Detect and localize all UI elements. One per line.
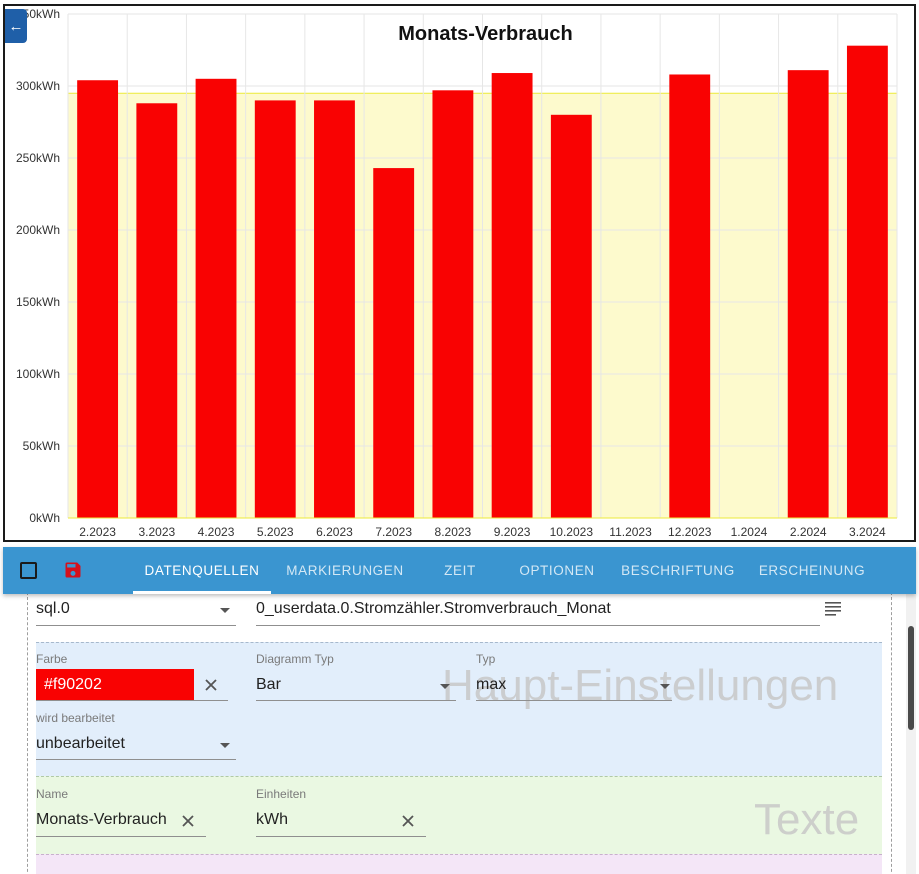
texts-section: Texte Name Monats-Verbrauch Einheiten kW… (36, 776, 882, 854)
bar (491, 73, 533, 518)
aggregate-select[interactable]: max (476, 676, 506, 694)
chevron-down-icon[interactable] (660, 684, 670, 689)
x-tick-label: 1.2024 (731, 525, 768, 539)
bar (787, 70, 829, 518)
x-tick-label: 3.2023 (138, 525, 175, 539)
editor-toolbar: DATENQUELLEN MARKIERUNGEN ZEIT OPTIONEN … (3, 547, 916, 594)
x-tick-label: 7.2023 (375, 525, 412, 539)
bar (77, 80, 119, 519)
bar (550, 114, 592, 519)
instance-underline (36, 625, 236, 626)
tab-datenquellen[interactable]: DATENQUELLEN (133, 547, 271, 594)
name-field[interactable]: Monats-Verbrauch (36, 811, 167, 829)
y-tick-label: 150kWh (16, 295, 60, 309)
unit-underline (256, 836, 426, 837)
chart-type-underline (256, 700, 456, 701)
x-tick-label: 12.2023 (668, 525, 712, 539)
app-root: 0kWh 50kWh 100kWh 150kWh 200kWh 250kWh 300kWh 3… (0, 0, 919, 874)
tab-beschriftung[interactable]: BESCHRIFTUNG (617, 547, 739, 594)
chart-title: Monats-Verbrauch (398, 23, 572, 45)
tab-optionen[interactable]: OPTIONEN (511, 547, 603, 594)
x-tick-label: 2.2024 (790, 525, 827, 539)
chevron-down-icon[interactable] (220, 608, 230, 613)
texts-watermark: Texte (754, 795, 860, 844)
y-tick-label: 50kWh (23, 439, 60, 453)
name-underline (36, 836, 206, 837)
select-checkbox[interactable] (20, 562, 37, 579)
y-tick-label: 100kWh (16, 367, 60, 381)
active-tab-indicator (133, 591, 271, 594)
bar (432, 90, 474, 518)
x-tick-label: 4.2023 (198, 525, 235, 539)
scrollbar-thumb[interactable] (908, 626, 914, 730)
y-tick-label: 0kWh (29, 511, 60, 525)
bar (254, 100, 296, 519)
x-tick-label: 6.2023 (316, 525, 353, 539)
aggregate-label: Typ (476, 652, 496, 666)
bar (846, 45, 888, 519)
unit-label: Einheiten (256, 787, 307, 801)
y-tick-label: 300kWh (16, 79, 60, 93)
unit-field[interactable]: kWh (256, 811, 288, 829)
chart-panel: 0kWh 50kWh 100kWh 150kWh 200kWh 250kWh 300kWh 3… (3, 4, 916, 542)
x-tick-label: 3.2024 (849, 525, 886, 539)
clear-icon[interactable] (400, 813, 416, 829)
bar (136, 103, 178, 518)
chevron-down-icon[interactable] (220, 743, 230, 748)
additional-section (36, 854, 882, 874)
y-tick-label: 200kWh (16, 223, 60, 237)
bar (195, 78, 237, 519)
aggregate-underline (476, 700, 672, 701)
tab-zeit[interactable]: ZEIT (431, 547, 489, 594)
clear-icon[interactable] (180, 813, 196, 829)
color-field[interactable]: #f90202 (44, 676, 102, 694)
x-tick-label: 5.2023 (257, 525, 294, 539)
processing-underline (36, 759, 236, 760)
object-id-field[interactable]: 0_userdata.0.Stromzähler.Stromverbrauch_… (256, 600, 611, 618)
tab-markierungen[interactable]: MARKIERUNGEN (279, 547, 411, 594)
chart-svg: 0kWh 50kWh 100kWh 150kWh 200kWh 250kWh 300kWh 3… (16, 7, 898, 539)
settings-form: sql.0 0_userdata.0.Stromzähler.Stromverb… (3, 594, 916, 874)
processing-select[interactable]: unbearbeitet (36, 735, 125, 753)
bar (373, 168, 415, 518)
main-settings-section: Haupt-Einstellungen Farbe #f90202 Diagra… (36, 642, 882, 776)
chevron-down-icon[interactable] (440, 684, 450, 689)
x-tick-label: 11.2023 (609, 525, 652, 539)
x-tick-label: 9.2023 (494, 525, 531, 539)
clear-icon[interactable] (203, 677, 219, 693)
y-tick-label: 250kWh (16, 151, 60, 165)
list-icon[interactable] (824, 600, 842, 616)
color-underline (36, 700, 228, 701)
chart-type-select[interactable]: Bar (256, 676, 281, 694)
instance-select-value[interactable]: sql.0 (36, 600, 70, 618)
chart-type-label: Diagramm Typ (256, 652, 334, 666)
back-button[interactable]: ← (5, 9, 27, 43)
processing-label: wird bearbeitet (36, 711, 115, 725)
bar (314, 100, 355, 519)
arrow-left-icon: ← (8, 17, 24, 35)
tab-erscheinung[interactable]: ERSCHEINUNG (755, 547, 869, 594)
x-tick-label: 8.2023 (435, 525, 472, 539)
color-label: Farbe (36, 652, 68, 666)
x-tick-label: 10.2023 (550, 525, 594, 539)
x-tick-label: 2.2023 (79, 525, 116, 539)
datasource-card: sql.0 0_userdata.0.Stromzähler.Stromverb… (27, 594, 892, 874)
bar (669, 74, 711, 518)
name-label: Name (36, 787, 69, 801)
save-icon[interactable] (63, 560, 83, 580)
object-id-underline (256, 625, 820, 626)
